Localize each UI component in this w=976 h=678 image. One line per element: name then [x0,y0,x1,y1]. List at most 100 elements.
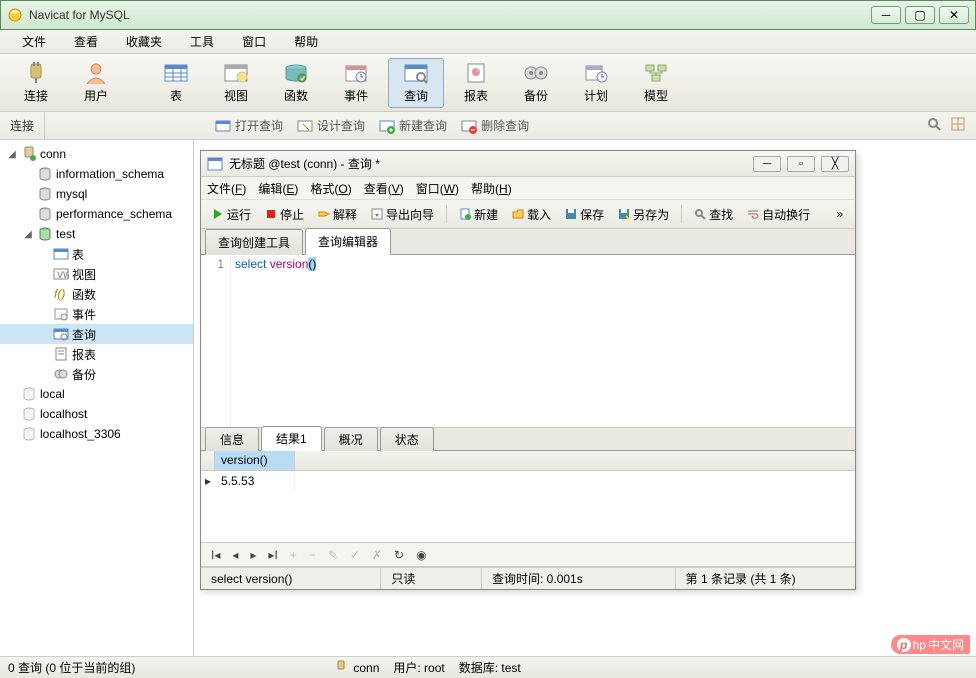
inner-menu-item[interactable]: 窗口(W) [416,180,459,197]
menu-tools[interactable]: 工具 [176,31,228,52]
app-icon [7,7,23,23]
tree-item[interactable]: localhost_3306 [0,424,193,444]
new-button[interactable]: 新建 [454,203,503,226]
cancel-button[interactable]: ✗ [370,548,384,562]
tree-item[interactable]: performance_schema [0,204,193,224]
user-icon [82,61,110,85]
word-wrap-button[interactable]: 自动换行 [742,203,815,226]
minimize-button[interactable]: ─ [871,6,901,24]
delete-record-button[interactable]: − [307,548,318,562]
tab-result1[interactable]: 结果1 [261,426,322,451]
design-query-button[interactable]: 设计查询 [297,117,365,134]
tool-table[interactable]: 表 [148,58,204,108]
tool-backup[interactable]: 备份 [508,58,564,108]
query-menubar: 文件(F) 编辑(E) 格式(O) 查看(V) 窗口(W) 帮助(H) [201,177,855,199]
search-icon[interactable] [926,116,942,135]
report-icon [53,346,69,362]
find-button[interactable]: 查找 [689,203,738,226]
open-query-button[interactable]: 打开查询 [215,117,283,134]
query-window-titlebar[interactable]: 无标题 @test (conn) - 查询 * ─ ▫ ╳ [201,151,855,177]
tree-item[interactable]: vw视图 [0,264,193,284]
save-as-button[interactable]: 另存为 [613,203,674,226]
tab-query-builder[interactable]: 查询创建工具 [205,229,303,255]
tool-user[interactable]: 用户 [68,58,124,108]
status-querytime: 查询时间: 0.001s [482,568,676,589]
tree-label: localhost [40,407,87,421]
tree-item[interactable]: f()函数 [0,284,193,304]
grid-header: version() [201,451,855,471]
column-header[interactable]: version() [215,451,295,470]
inner-maximize-button[interactable]: ▫ [787,156,815,172]
tree-toggle-icon[interactable]: ◢ [22,229,34,240]
menu-file[interactable]: 文件 [8,31,60,52]
sql-editor[interactable]: 1 select version() [201,255,855,427]
tree-item[interactable]: 备份 [0,364,193,384]
tool-model[interactable]: 模型 [628,58,684,108]
db-off-icon [21,406,37,422]
tab-status[interactable]: 状态 [380,427,434,451]
next-record-button[interactable]: ▸ [248,548,258,562]
grid-icon[interactable] [950,116,966,135]
tool-connection[interactable]: 连接 [8,58,64,108]
tab-info[interactable]: 信息 [205,427,259,451]
new-query-button[interactable]: 新建查询 [379,117,447,134]
table-row[interactable]: ▸ 5.5.53 [201,471,855,491]
inner-menu-item[interactable]: 编辑(E) [258,180,298,197]
commit-button[interactable]: ✓ [348,548,362,562]
event-icon [53,306,69,322]
edit-record-button[interactable]: ✎ [326,548,340,562]
tree-item[interactable]: mysql [0,184,193,204]
load-button[interactable]: 载入 [507,203,556,226]
tree-item[interactable]: localhost [0,404,193,424]
tree-item[interactable]: information_schema [0,164,193,184]
refresh-button[interactable]: ↻ [392,548,406,562]
tree-item[interactable]: ◢test [0,224,193,244]
tree-item[interactable]: ◢conn [0,144,193,164]
prev-record-button[interactable]: ◂ [230,548,240,562]
explain-button[interactable]: 解释 [313,203,362,226]
tab-profile[interactable]: 概况 [324,427,378,451]
inner-close-button[interactable]: ╳ [821,156,849,172]
tool-query[interactable]: 查询 [388,58,444,108]
tree-item[interactable]: 事件 [0,304,193,324]
first-record-button[interactable]: I◂ [209,548,222,562]
add-record-button[interactable]: + [288,548,299,562]
run-button[interactable]: 运行 [207,203,256,226]
inner-menu-item[interactable]: 查看(V) [364,180,404,197]
tool-event[interactable]: 事件 [328,58,384,108]
menu-help[interactable]: 帮助 [280,31,332,52]
stop-fetch-button[interactable]: ◉ [414,548,428,562]
inner-minimize-button[interactable]: ─ [753,156,781,172]
menu-favorites[interactable]: 收藏夹 [112,31,176,52]
tab-query-editor[interactable]: 查询编辑器 [305,228,391,255]
inner-menu-item[interactable]: 帮助(H) [471,180,512,197]
menu-window[interactable]: 窗口 [228,31,280,52]
tool-view[interactable]: 视图 [208,58,264,108]
close-button[interactable]: ✕ [939,6,969,24]
tree-item[interactable]: local [0,384,193,404]
toolbar-overflow-button[interactable]: » [830,207,849,221]
tool-function[interactable]: 函数 [268,58,324,108]
last-record-button[interactable]: ▸I [266,548,279,562]
tool-schedule[interactable]: 计划 [568,58,624,108]
inner-menu-item[interactable]: 格式(O) [310,180,351,197]
export-wizard-button[interactable]: 导出向导 [366,203,439,226]
delete-query-button[interactable]: 删除查询 [461,117,529,134]
tree-item[interactable]: 查询 [0,324,193,344]
result-grid[interactable]: version() ▸ 5.5.53 [201,451,855,543]
main-window-title: Navicat for MySQL [29,8,867,22]
tree-item[interactable]: 报表 [0,344,193,364]
tree-toggle-icon[interactable]: ◢ [6,149,18,160]
cell-value[interactable]: 5.5.53 [215,472,295,490]
tree-item[interactable]: 表 [0,244,193,264]
maximize-button[interactable]: ▢ [905,6,935,24]
table-icon [53,246,69,262]
inner-menu-item[interactable]: 文件(F) [207,180,246,197]
tool-report[interactable]: 报表 [448,58,504,108]
editor-code[interactable]: select version() [231,255,855,427]
menu-view[interactable]: 查看 [60,31,112,52]
stop-button[interactable]: 停止 [260,203,309,226]
tool-label: 连接 [24,87,48,104]
save-button[interactable]: 保存 [560,203,609,226]
query-toolbar: 运行 停止 解释 导出向导 新建 载入 保存 另存为 查找 自动换行 » [201,199,855,229]
